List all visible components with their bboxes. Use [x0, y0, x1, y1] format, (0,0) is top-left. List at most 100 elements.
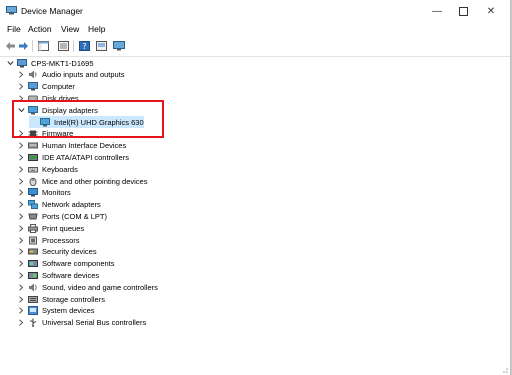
minimize-button[interactable]: —	[426, 2, 448, 20]
tree-item-label: Print queues	[42, 223, 85, 233]
tree-item-label: Computer	[42, 82, 75, 92]
tree-category[interactable]: Processors	[17, 234, 80, 246]
expand-chevron-icon[interactable]	[17, 307, 25, 315]
expand-chevron-icon[interactable]	[17, 283, 25, 291]
tree-item-label: Ports (COM & LPT)	[42, 211, 108, 221]
storage-icon	[28, 295, 38, 304]
tree-category[interactable]: Print queues	[17, 222, 84, 234]
toolbar-separator	[32, 40, 33, 52]
tree-item-label: Software components	[42, 259, 115, 269]
back-arrow-icon	[5, 42, 15, 50]
computer-icon	[28, 82, 38, 91]
tree-category[interactable]: Software components	[17, 258, 115, 270]
tree-category[interactable]: Monitors	[17, 187, 71, 199]
expand-chevron-icon[interactable]	[17, 201, 25, 209]
tree-category[interactable]: Keyboards	[17, 163, 78, 175]
tree-item-label: Sound, video and game controllers	[42, 282, 158, 292]
tree-category[interactable]: IDE ATA/ATAPI controllers	[17, 151, 129, 163]
monitor-icon	[28, 188, 38, 197]
grip-icon	[503, 368, 508, 373]
expand-chevron-icon[interactable]	[17, 142, 25, 150]
expand-chevron-icon[interactable]	[17, 248, 25, 256]
tree-category[interactable]: Universal Serial Bus controllers	[17, 317, 146, 329]
expand-chevron-icon[interactable]	[17, 236, 25, 244]
expand-chevron-icon[interactable]	[17, 212, 25, 220]
properties-button[interactable]	[57, 40, 69, 52]
properties-icon	[57, 41, 69, 51]
printer-icon	[28, 223, 38, 233]
menu-action[interactable]: Action	[28, 24, 52, 34]
tree-item-label: Universal Serial Bus controllers	[42, 318, 147, 328]
close-button[interactable]: ✕	[480, 2, 502, 20]
tree-category[interactable]: Computer	[17, 81, 75, 93]
tree-category[interactable]: Mice and other pointing devices	[17, 175, 147, 187]
ide-icon	[28, 153, 38, 162]
expand-chevron-icon[interactable]	[17, 319, 25, 327]
tree-item-label: System devices	[42, 306, 95, 316]
collapse-chevron-icon[interactable]	[6, 59, 14, 67]
tree-item-label: Mice and other pointing devices	[42, 176, 148, 186]
expand-chevron-icon[interactable]	[17, 271, 25, 279]
expand-chevron-icon[interactable]	[17, 177, 25, 185]
toolbar-separator	[73, 40, 74, 52]
expand-chevron-icon[interactable]	[17, 224, 25, 232]
forward-arrow-icon	[18, 42, 28, 50]
menu-view[interactable]: View	[61, 24, 79, 34]
maximize-button[interactable]	[452, 2, 474, 20]
software-component-icon	[28, 259, 38, 268]
forward-button[interactable]	[17, 40, 29, 52]
expand-chevron-icon[interactable]	[17, 71, 25, 79]
console-tree-icon	[37, 41, 49, 51]
expand-chevron-icon[interactable]	[17, 165, 25, 173]
help-button[interactable]: ?	[78, 40, 90, 52]
device-manager-icon	[6, 6, 17, 15]
tree-category[interactable]: Ports (COM & LPT)	[17, 210, 107, 222]
tree-item-label: Software devices	[42, 270, 100, 280]
menu-help[interactable]: Help	[88, 24, 105, 34]
keyboard-icon	[28, 165, 38, 174]
tree-item-label: Human Interface Devices	[42, 141, 127, 151]
scan-icon	[95, 41, 107, 51]
show-hide-console-tree-button[interactable]	[37, 40, 49, 52]
menu-file[interactable]: File	[7, 24, 21, 34]
port-icon	[28, 212, 38, 221]
scan-changes-button[interactable]	[95, 40, 107, 52]
tree-category[interactable]: Human Interface Devices	[17, 140, 126, 152]
expand-chevron-icon[interactable]	[17, 295, 25, 303]
tree-root-computer[interactable]: CPS-MKT1-D1695	[6, 57, 94, 69]
toolbar: ?	[0, 36, 510, 57]
expand-chevron-icon[interactable]	[17, 153, 25, 161]
tree-item-label: Storage controllers	[42, 294, 105, 304]
tree-category[interactable]: Storage controllers	[17, 293, 105, 305]
processor-icon	[28, 236, 38, 245]
expand-chevron-icon[interactable]	[17, 83, 25, 91]
back-button[interactable]	[4, 40, 16, 52]
resize-grip[interactable]	[500, 365, 508, 373]
device-manager-window: Device Manager — ✕ File Action View Help…	[0, 0, 511, 375]
usb-icon	[28, 318, 38, 328]
tree-item-label: Monitors	[42, 188, 71, 198]
tree-item-label: Keyboards	[42, 164, 78, 174]
tree-category[interactable]: System devices	[17, 305, 95, 317]
tree-item-label: CPS-MKT1-D1695	[31, 58, 94, 68]
tree-item-label: IDE ATA/ATAPI controllers	[42, 152, 129, 162]
title-bar: Device Manager — ✕	[0, 0, 510, 22]
monitor-tool-button[interactable]	[113, 40, 125, 52]
tree-category[interactable]: Network adapters	[17, 199, 101, 211]
tree-item-label: Network adapters	[42, 200, 101, 210]
maximize-icon	[458, 6, 468, 16]
mouse-icon	[28, 177, 38, 186]
hid-icon	[28, 141, 38, 150]
software-device-icon	[28, 271, 38, 280]
expand-chevron-icon[interactable]	[17, 260, 25, 268]
tree-category[interactable]: Sound, video and game controllers	[17, 281, 158, 293]
highlight-annotation	[12, 100, 164, 138]
tree-category[interactable]: Security devices	[17, 246, 97, 258]
sound-icon	[28, 283, 38, 292]
window-title: Device Manager	[21, 6, 83, 16]
speaker-icon	[28, 70, 38, 79]
expand-chevron-icon[interactable]	[17, 189, 25, 197]
tree-category[interactable]: Audio inputs and outputs	[17, 69, 125, 81]
tree-category[interactable]: Software devices	[17, 269, 99, 281]
security-icon	[28, 247, 38, 256]
